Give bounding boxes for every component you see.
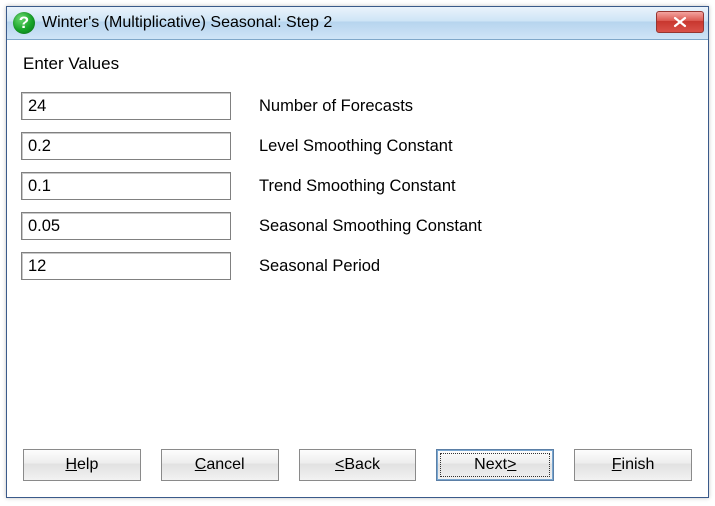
level-smoothing-label: Level Smoothing Constant xyxy=(241,137,694,156)
back-button[interactable]: < Back xyxy=(299,449,417,481)
btn-mnemonic: H xyxy=(65,456,77,474)
window-title: Winter's (Multiplicative) Seasonal: Step… xyxy=(42,14,332,32)
btn-mnemonic: F xyxy=(612,456,622,474)
seasonal-period-input[interactable] xyxy=(21,252,231,280)
cancel-button[interactable]: Cancel xyxy=(161,449,279,481)
trend-smoothing-input[interactable] xyxy=(21,172,231,200)
finish-button[interactable]: Finish xyxy=(574,449,692,481)
close-button[interactable] xyxy=(656,11,704,33)
btn-mnemonic: < xyxy=(335,456,344,474)
help-icon: ? xyxy=(13,12,35,34)
num-forecasts-label: Number of Forecasts xyxy=(241,97,694,116)
btn-text: elp xyxy=(77,456,98,474)
section-heading: Enter Values xyxy=(23,54,694,74)
btn-text: Next xyxy=(474,456,507,474)
btn-mnemonic: C xyxy=(195,456,207,474)
btn-text: inish xyxy=(622,456,655,474)
help-button[interactable]: Help xyxy=(23,449,141,481)
dialog-window: ? Winter's (Multiplicative) Seasonal: St… xyxy=(6,6,709,498)
seasonal-period-label: Seasonal Period xyxy=(241,257,694,276)
num-forecasts-input[interactable] xyxy=(21,92,231,120)
titlebar: ? Winter's (Multiplicative) Seasonal: St… xyxy=(7,7,708,40)
trend-smoothing-label: Trend Smoothing Constant xyxy=(241,177,694,196)
close-icon xyxy=(673,16,687,28)
btn-text: Back xyxy=(344,456,380,474)
fields-grid: Number of Forecasts Level Smoothing Cons… xyxy=(21,88,694,284)
btn-mnemonic: > xyxy=(507,456,516,474)
dialog-body: Enter Values Number of Forecasts Level S… xyxy=(7,40,708,497)
level-smoothing-input[interactable] xyxy=(21,132,231,160)
button-row: Help Cancel < Back Next > Finish xyxy=(21,445,694,485)
btn-text: ancel xyxy=(206,456,244,474)
seasonal-smoothing-label: Seasonal Smoothing Constant xyxy=(241,217,694,236)
seasonal-smoothing-input[interactable] xyxy=(21,212,231,240)
next-button[interactable]: Next > xyxy=(436,449,554,481)
